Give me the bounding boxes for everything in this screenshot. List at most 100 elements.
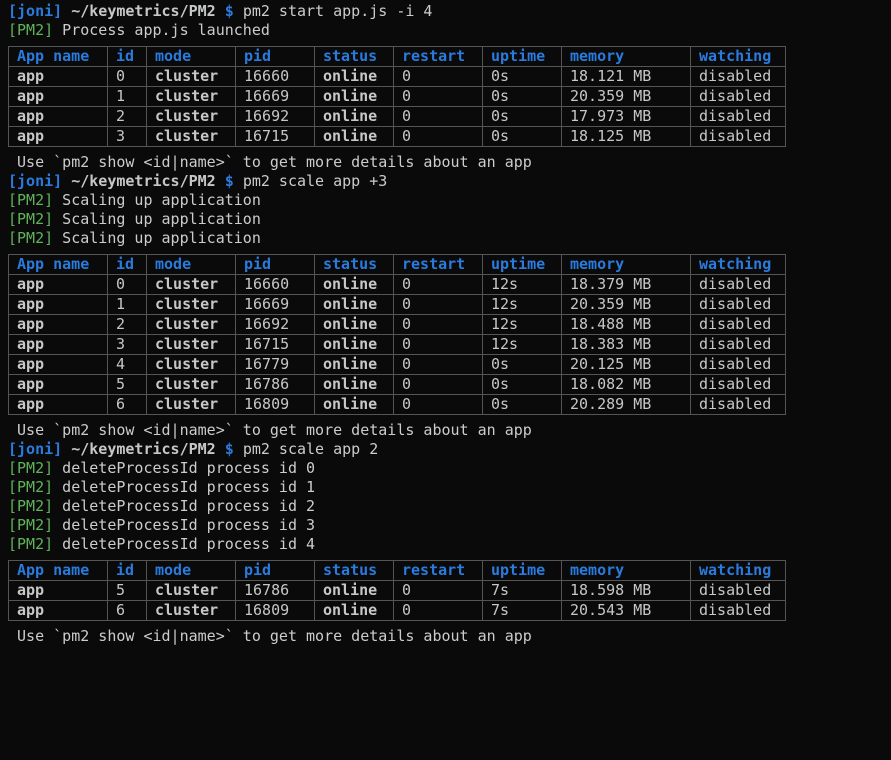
- cell-id: 1: [108, 295, 147, 315]
- cell-app: app: [9, 275, 108, 295]
- cell-status: online: [315, 375, 394, 395]
- cell-pid: 16715: [236, 127, 315, 147]
- cell-uptime: 0s: [483, 107, 562, 127]
- table-row: app4cluster16779online00s20.125 MBdisabl…: [9, 355, 786, 375]
- table-row: app2cluster16692online012s18.488 MBdisab…: [9, 315, 786, 335]
- cell-watching: disabled: [691, 87, 786, 107]
- prompt-line[interactable]: [joni] ~/keymetrics/PM2 $ pm2 scale app …: [8, 172, 883, 191]
- col-header-watching: watching: [691, 47, 786, 67]
- cell-mode: cluster: [147, 275, 236, 295]
- col-header-restart: restart: [394, 255, 483, 275]
- pm2-message-line: [PM2] deleteProcessId process id 4: [8, 535, 883, 554]
- col-header-id: id: [108, 561, 147, 581]
- cell-id: 6: [108, 601, 147, 621]
- pm2-tag: [PM2]: [8, 210, 53, 228]
- cell-status: online: [315, 127, 394, 147]
- col-header-uptime: uptime: [483, 561, 562, 581]
- cell-app: app: [9, 67, 108, 87]
- cell-watching: disabled: [691, 375, 786, 395]
- cell-watching: disabled: [691, 107, 786, 127]
- cell-memory: 18.082 MB: [562, 375, 691, 395]
- col-header-app: App name: [9, 255, 108, 275]
- cell-mode: cluster: [147, 601, 236, 621]
- cell-memory: 20.359 MB: [562, 295, 691, 315]
- cell-restart: 0: [394, 275, 483, 295]
- cell-uptime: 0s: [483, 375, 562, 395]
- process-table: App nameidmodepidstatusrestartuptimememo…: [8, 46, 786, 147]
- cell-restart: 0: [394, 87, 483, 107]
- cell-id: 0: [108, 67, 147, 87]
- cell-id: 6: [108, 395, 147, 415]
- col-header-pid: pid: [236, 561, 315, 581]
- pm2-message: Scaling up application: [53, 210, 261, 228]
- pm2-message: Scaling up application: [53, 229, 261, 247]
- table-row: app2cluster16692online00s17.973 MBdisabl…: [9, 107, 786, 127]
- pm2-tag: [PM2]: [8, 516, 53, 534]
- pm2-tag: [PM2]: [8, 191, 53, 209]
- cell-restart: 0: [394, 67, 483, 87]
- cell-status: online: [315, 275, 394, 295]
- cell-pid: 16779: [236, 355, 315, 375]
- cell-id: 3: [108, 127, 147, 147]
- cell-id: 3: [108, 335, 147, 355]
- cell-pid: 16660: [236, 275, 315, 295]
- col-header-mode: mode: [147, 561, 236, 581]
- cell-watching: disabled: [691, 275, 786, 295]
- cell-watching: disabled: [691, 127, 786, 147]
- hint-line: Use `pm2 show <id|name>` to get more det…: [8, 627, 883, 646]
- cell-memory: 18.121 MB: [562, 67, 691, 87]
- cell-status: online: [315, 295, 394, 315]
- cell-mode: cluster: [147, 375, 236, 395]
- prompt-path: ~/keymetrics/PM2: [62, 440, 225, 458]
- col-header-status: status: [315, 255, 394, 275]
- cell-status: online: [315, 87, 394, 107]
- pm2-tag: [PM2]: [8, 459, 53, 477]
- cell-watching: disabled: [691, 295, 786, 315]
- cell-status: online: [315, 67, 394, 87]
- cell-pid: 16692: [236, 315, 315, 335]
- table-row: app3cluster16715online012s18.383 MBdisab…: [9, 335, 786, 355]
- cell-uptime: 0s: [483, 127, 562, 147]
- col-header-uptime: uptime: [483, 47, 562, 67]
- cell-pid: 16809: [236, 395, 315, 415]
- table-row: app0cluster16660online012s18.379 MBdisab…: [9, 275, 786, 295]
- col-header-memory: memory: [562, 561, 691, 581]
- cell-memory: 20.289 MB: [562, 395, 691, 415]
- col-header-watching: watching: [691, 561, 786, 581]
- col-header-pid: pid: [236, 47, 315, 67]
- prompt-path: ~/keymetrics/PM2: [62, 2, 225, 20]
- prompt-line[interactable]: [joni] ~/keymetrics/PM2 $ pm2 scale app …: [8, 440, 883, 459]
- cell-restart: 0: [394, 107, 483, 127]
- terminal[interactable]: [joni] ~/keymetrics/PM2 $ pm2 start app.…: [8, 2, 883, 646]
- cell-app: app: [9, 127, 108, 147]
- col-header-id: id: [108, 255, 147, 275]
- pm2-message-line: [PM2] Process app.js launched: [8, 21, 883, 40]
- cell-id: 0: [108, 275, 147, 295]
- cell-status: online: [315, 315, 394, 335]
- cell-id: 4: [108, 355, 147, 375]
- pm2-message-line: [PM2] Scaling up application: [8, 191, 883, 210]
- cell-mode: cluster: [147, 127, 236, 147]
- col-header-restart: restart: [394, 561, 483, 581]
- cell-restart: 0: [394, 395, 483, 415]
- hint-line: Use `pm2 show <id|name>` to get more det…: [8, 421, 883, 440]
- table-row: app1cluster16669online00s20.359 MBdisabl…: [9, 87, 786, 107]
- cell-restart: 0: [394, 355, 483, 375]
- cell-app: app: [9, 395, 108, 415]
- col-header-restart: restart: [394, 47, 483, 67]
- pm2-message: deleteProcessId process id 3: [53, 516, 315, 534]
- cell-id: 2: [108, 107, 147, 127]
- cell-mode: cluster: [147, 315, 236, 335]
- col-header-id: id: [108, 47, 147, 67]
- pm2-tag: [PM2]: [8, 497, 53, 515]
- hint-line: Use `pm2 show <id|name>` to get more det…: [8, 153, 883, 172]
- prompt-dollar: $: [225, 172, 243, 190]
- cell-uptime: 0s: [483, 87, 562, 107]
- prompt-line[interactable]: [joni] ~/keymetrics/PM2 $ pm2 start app.…: [8, 2, 883, 21]
- cell-app: app: [9, 601, 108, 621]
- pm2-tag: [PM2]: [8, 535, 53, 553]
- pm2-message: deleteProcessId process id 1: [53, 478, 315, 496]
- pm2-message: deleteProcessId process id 4: [53, 535, 315, 553]
- cell-uptime: 0s: [483, 67, 562, 87]
- cell-restart: 0: [394, 375, 483, 395]
